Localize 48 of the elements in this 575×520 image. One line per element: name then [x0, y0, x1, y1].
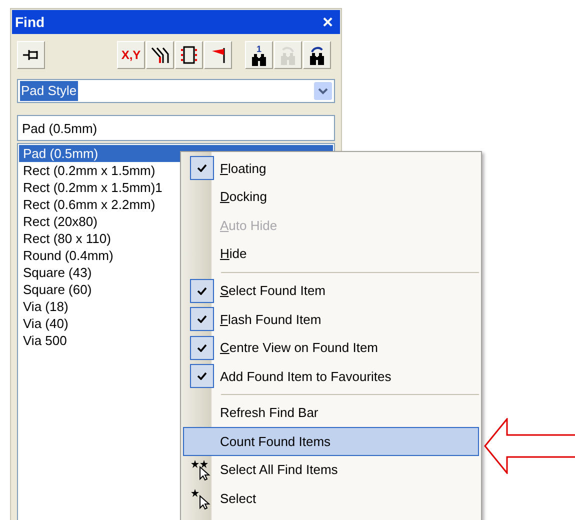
menu-item-label: Docking	[220, 188, 267, 206]
menu-item[interactable]: Flash Found Item	[183, 304, 479, 334]
menu-item-label: Add Found Item to Favourites	[220, 368, 392, 386]
xy-label: X,Y	[121, 47, 141, 64]
menu-item-label: Select All Find Items	[220, 461, 338, 480]
toolbar-button[interactable]	[303, 41, 331, 69]
menu-item[interactable]: Centre View on Found Item	[183, 334, 479, 362]
menu-item-label: Hide	[220, 245, 247, 264]
toolbar-button[interactable]	[175, 41, 203, 69]
menu-item-label: Centre View on Found Item	[220, 339, 378, 358]
check-icon	[197, 286, 207, 295]
menu-item-label: Flash Found Item	[220, 310, 322, 329]
menu-item[interactable]: Refresh Find Bar	[183, 398, 479, 428]
menu-item[interactable]: Hide	[183, 240, 479, 268]
menu-item-label: Auto Hide	[220, 216, 278, 235]
close-button[interactable]: ×	[318, 13, 337, 31]
toolbar-button[interactable]: X,Y	[117, 41, 145, 69]
menu-item[interactable]: Select Found Item	[183, 276, 479, 305]
chevron-down-icon	[318, 88, 328, 94]
toolbar-button[interactable]	[17, 41, 45, 69]
menu-item-label: Count Found Items	[220, 432, 331, 451]
check-icon	[197, 344, 207, 352]
menu-item[interactable]: Select	[183, 484, 479, 514]
component-icon	[179, 45, 199, 65]
check-icon	[197, 372, 207, 380]
dropdown-arrow-button[interactable]	[314, 82, 332, 100]
menu-item[interactable]: Docking	[183, 182, 479, 212]
menu-item-label: Select	[220, 490, 256, 508]
dropdown[interactable]: Pad Style	[17, 79, 335, 103]
menu-item-label: Refresh Find Bar	[220, 404, 318, 422]
toolbar-button[interactable]	[146, 41, 174, 69]
binoculars-icon	[280, 46, 296, 64]
search-field[interactable]: Pad (0.5mm)	[17, 115, 335, 141]
pin-icon	[22, 48, 40, 62]
dropdown-value: Pad Style	[20, 81, 78, 101]
check-icon	[197, 164, 207, 172]
star-cursor-icon	[191, 459, 213, 482]
check-icon	[197, 315, 207, 324]
menu-item-label: Select Found Item	[220, 282, 326, 300]
menu-item[interactable]: Count Found Items	[183, 427, 479, 456]
toolbar-button[interactable]: 1	[245, 41, 273, 69]
menu-item[interactable]: Select All Find Items	[183, 456, 479, 485]
window-title: Find	[15, 12, 45, 32]
tracks-icon	[150, 45, 170, 65]
binoculars-icon	[309, 46, 325, 64]
menu-item-label: Floating	[220, 160, 266, 178]
menu-item[interactable]: Add Found Item to Favourites	[183, 362, 479, 391]
star-cursor-icon	[191, 488, 213, 510]
